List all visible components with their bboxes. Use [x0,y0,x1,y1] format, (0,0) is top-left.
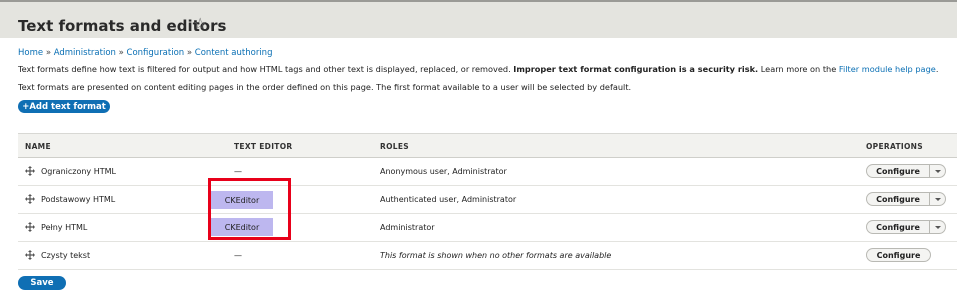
description-text: Text formats define how text is filtered… [18,64,938,74]
chevron-down-icon [934,197,941,201]
description-mid: Learn more on the [758,64,839,74]
operations-dropbutton: Configure [866,248,931,262]
roles-value: Authenticated user, Administrator [380,195,517,204]
configure-button[interactable]: Configure [866,192,930,206]
breadcrumb-separator: » [186,48,193,58]
roles-value: Anonymous user, Administrator [380,167,507,176]
security-warning: Improper text format configuration is a … [513,64,759,74]
table-row: Czysty tekst — This format is shown when… [18,242,957,270]
drag-handle-icon[interactable] [25,222,35,232]
drag-handle-icon[interactable] [25,194,35,204]
page-header: Text formats and editors ☆ [0,2,957,38]
star-outline-icon[interactable]: ☆ [193,16,207,32]
column-header-name: NAME [25,142,51,151]
table-row: Pełny HTML CKEditor Administrator Config… [18,214,957,242]
save-button[interactable]: Save [18,276,66,290]
configure-button[interactable]: Configure [866,164,930,178]
breadcrumb-content-authoring[interactable]: Content authoring [195,48,273,58]
breadcrumb-home[interactable]: Home [18,48,43,58]
drag-handle-icon[interactable] [25,166,35,176]
table-row: Ograniczony HTML — Anonymous user, Admin… [18,158,957,186]
breadcrumb-separator: » [45,48,52,58]
operations-dropbutton: Configure [866,164,946,178]
roles-value: This format is shown when no other forma… [380,251,612,260]
text-editor-value: CKEditor [211,218,273,236]
drag-handle-icon[interactable] [25,250,35,260]
operations-toggle[interactable] [930,192,946,206]
text-editor-value: CKEditor [211,191,273,209]
operations-toggle[interactable] [930,164,946,178]
operations-dropbutton: Configure [866,220,946,234]
text-editor-value: — [234,251,242,260]
column-header-text-editor: TEXT EDITOR [234,142,293,151]
text-formats-table: NAME TEXT EDITOR ROLES OPERATIONS Ograni… [18,133,957,270]
breadcrumb: Home » Administration » Configuration » … [18,48,272,58]
roles-value: Administrator [380,223,435,232]
operations-dropbutton: Configure [866,192,946,206]
format-name: Ograniczony HTML [41,167,116,176]
breadcrumb-separator: » [118,48,124,58]
configure-button[interactable]: Configure [866,220,930,234]
operations-toggle[interactable] [930,220,946,234]
breadcrumb-administration[interactable]: Administration [54,48,116,58]
text-editor-value: — [234,167,242,176]
ordering-help-text: Text formats are presented on content ed… [18,82,632,92]
column-header-roles: ROLES [380,142,409,151]
table-header: NAME TEXT EDITOR ROLES OPERATIONS [18,133,957,158]
format-name: Czysty tekst [41,251,91,260]
format-name: Podstawowy HTML [41,195,116,204]
filter-help-link[interactable]: Filter module help page [839,64,936,74]
breadcrumb-configuration[interactable]: Configuration [127,48,185,58]
chevron-down-icon [934,225,941,229]
add-text-format-button[interactable]: +Add text format [18,100,110,113]
chevron-down-icon [934,169,941,173]
format-name: Pełny HTML [41,223,88,232]
configure-button[interactable]: Configure [866,248,931,262]
column-header-operations: OPERATIONS [866,142,923,151]
description-suffix: . [935,64,939,74]
description-prefix: Text formats define how text is filtered… [18,64,514,74]
table-row: Podstawowy HTML CKEditor Authenticated u… [18,186,957,214]
